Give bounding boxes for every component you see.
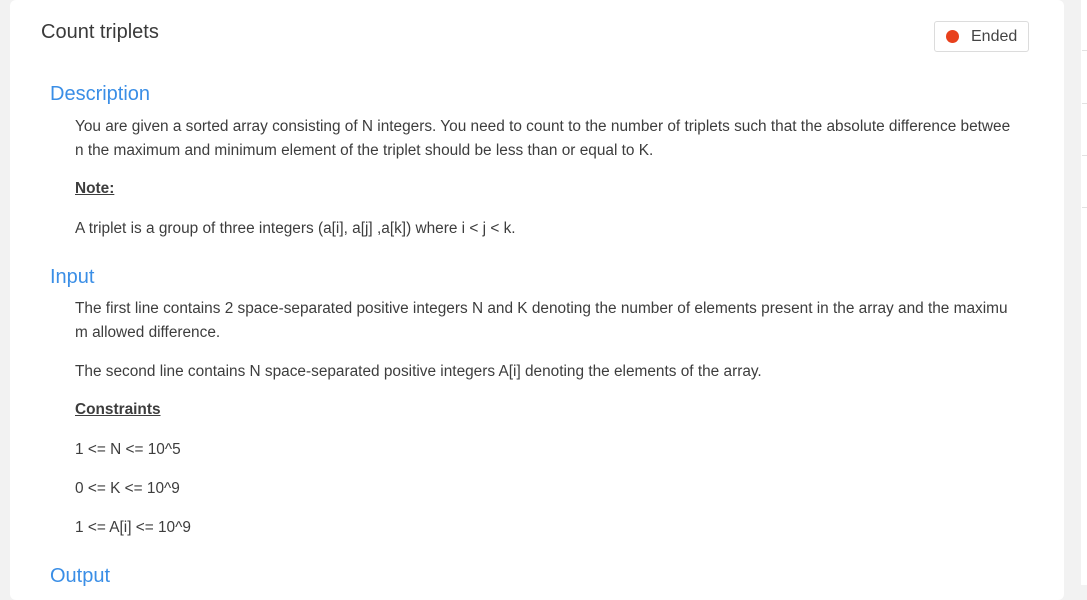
input-line-1: The first line contains 2 space-separate… xyxy=(75,300,1008,341)
constraint-item: 1 <= N <= 10^5 xyxy=(75,441,181,458)
constraint-item: 1 <= A[i] <= 10^9 xyxy=(75,519,191,536)
status-label: Ended xyxy=(971,27,1018,45)
note-text: A triplet is a group of three integers (… xyxy=(75,220,516,237)
problem-title: Count triplets xyxy=(41,21,159,43)
description-text: You are given a sorted array consisting … xyxy=(75,118,1011,159)
problem-card: Count triplets Ended Description You are… xyxy=(10,0,1064,600)
constraint-item: 0 <= K <= 10^9 xyxy=(75,480,180,497)
input-line-2: The second line contains N space-separat… xyxy=(75,363,762,380)
input-heading: Input xyxy=(50,266,95,288)
constraints-heading: Constraints xyxy=(75,401,161,418)
status-dot-icon xyxy=(946,30,959,43)
divider xyxy=(1082,155,1087,156)
status-badge: Ended xyxy=(934,21,1029,52)
divider xyxy=(1082,103,1087,104)
divider xyxy=(1082,207,1087,208)
side-panel-edge xyxy=(1081,0,1087,585)
description-heading: Description xyxy=(50,83,151,105)
divider xyxy=(1082,50,1087,51)
note-heading: Note: xyxy=(75,180,115,197)
